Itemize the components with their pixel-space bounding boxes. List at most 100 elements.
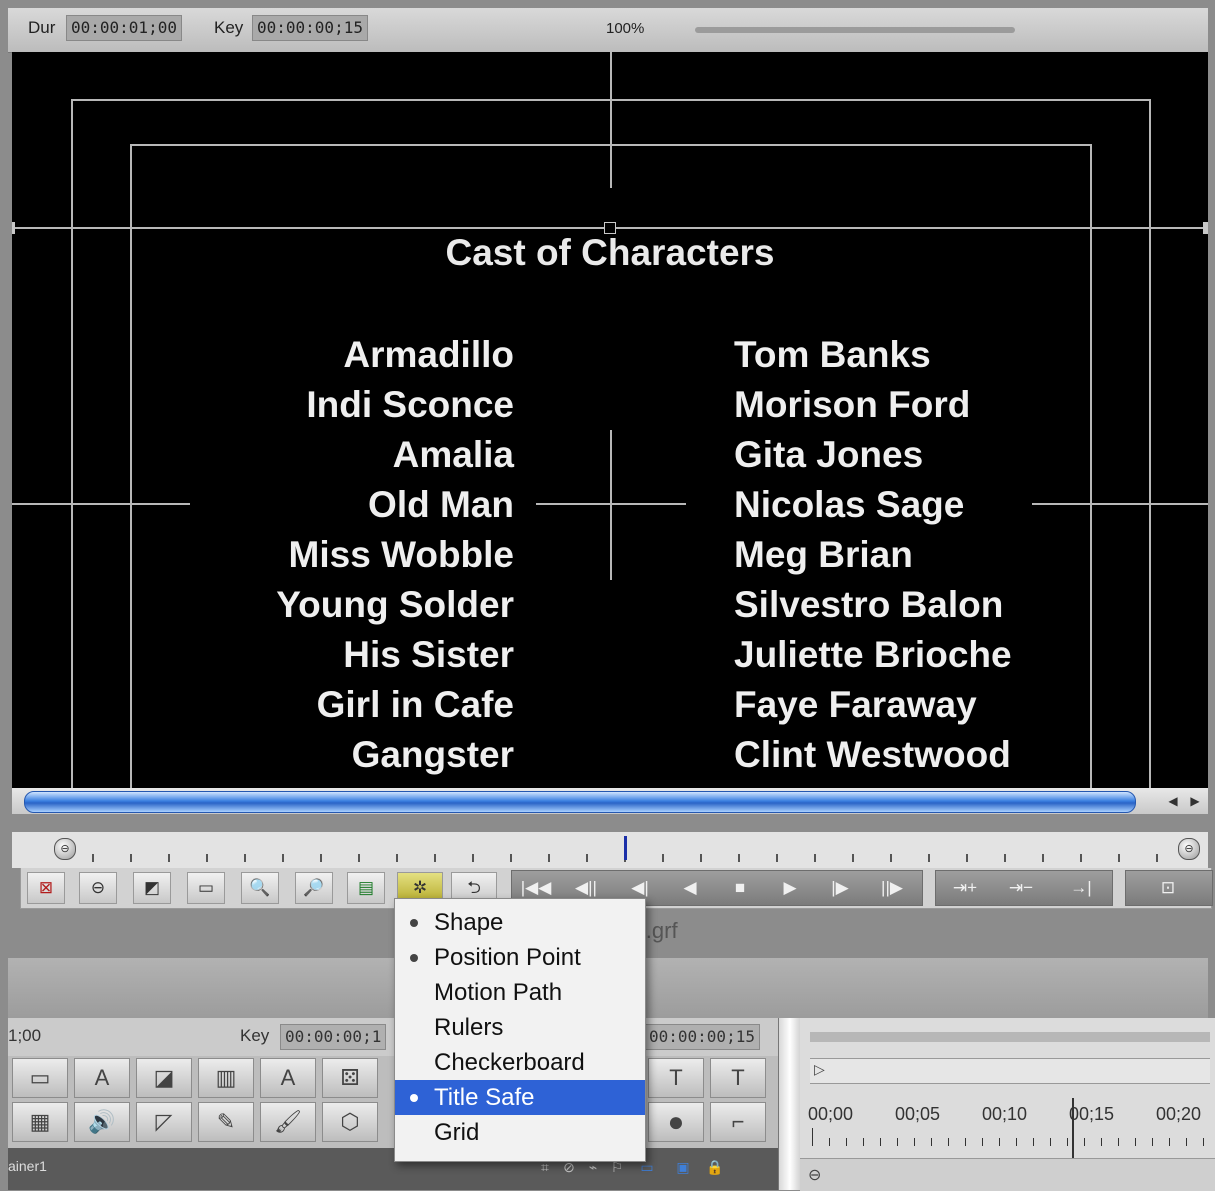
timeline-track-top[interactable] bbox=[810, 1032, 1210, 1042]
cast-actor[interactable]: Silvestro Balon bbox=[734, 580, 1194, 630]
timeline-tick bbox=[914, 1138, 915, 1146]
play-reverse-icon[interactable]: ◀ bbox=[670, 871, 710, 905]
text-style-b-icon[interactable]: T bbox=[710, 1058, 766, 1098]
panel-divider[interactable] bbox=[778, 1018, 802, 1190]
cast-role[interactable]: Young Solder bbox=[114, 580, 514, 630]
brush-icon[interactable]: 🖌 bbox=[260, 1102, 316, 1142]
cast-role[interactable]: Gangster bbox=[114, 730, 514, 780]
dur-field[interactable]: 00:00:01;00 bbox=[66, 15, 182, 41]
title-canvas[interactable]: Cast of Characters Armadillo Indi Sconce A… bbox=[12, 52, 1208, 790]
fancy-text-icon[interactable]: A bbox=[260, 1058, 316, 1098]
cast-actor[interactable]: Juliette Brioche bbox=[734, 630, 1194, 680]
scroll-left-arrow[interactable]: ◀ bbox=[1162, 792, 1184, 810]
cast-actor[interactable]: Nicolas Sage bbox=[734, 480, 1194, 530]
menu-item-title-safe[interactable]: Title Safe bbox=[395, 1080, 645, 1115]
step-forward-icon[interactable]: |▶ bbox=[820, 871, 860, 905]
menu-item-motion-path[interactable]: Motion Path bbox=[395, 975, 645, 1010]
zoom-out-icon[interactable]: 🔎 bbox=[295, 872, 333, 904]
zoom-in-icon[interactable]: 🔍 bbox=[241, 872, 279, 904]
out-point-handle[interactable]: ⊖ bbox=[1178, 838, 1200, 860]
lower-timeline-panel[interactable]: ▷ 00;00 00;05 00;10 00;15 00;20 ⊖ bbox=[800, 1018, 1215, 1191]
track-marker-icon[interactable]: ▷ bbox=[814, 1061, 825, 1078]
text-style-a-icon[interactable]: T bbox=[648, 1058, 704, 1098]
stop-icon[interactable]: ■ bbox=[720, 871, 760, 905]
lower-out-field[interactable]: 00:00:00;15 bbox=[644, 1024, 760, 1050]
ruler-tick bbox=[168, 854, 170, 862]
ruler-tick bbox=[1080, 854, 1082, 862]
menu-item-position-point[interactable]: Position Point bbox=[395, 940, 645, 975]
menu-item-grid[interactable]: Grid bbox=[395, 1115, 645, 1150]
text-tool-icon[interactable]: A bbox=[74, 1058, 130, 1098]
audio-icon[interactable]: 🔊 bbox=[74, 1102, 130, 1142]
ruler-tick bbox=[1156, 854, 1158, 862]
center-cross-vertical bbox=[610, 430, 612, 580]
move-to-keyframe-icon[interactable]: →| bbox=[1054, 871, 1108, 905]
cast-actor[interactable]: Clint Westwood bbox=[734, 730, 1194, 780]
zoom-level[interactable]: 100% bbox=[606, 20, 644, 37]
cast-actor[interactable]: Faye Faraway bbox=[734, 680, 1194, 730]
camera-icon[interactable]: ⊡ bbox=[1146, 871, 1190, 905]
timeline-tick bbox=[999, 1138, 1000, 1146]
check-bullet-icon bbox=[410, 954, 418, 962]
cast-role[interactable]: Miss Wobble bbox=[114, 530, 514, 580]
timeline-tick bbox=[1118, 1138, 1119, 1146]
play-icon[interactable]: ▶ bbox=[770, 871, 810, 905]
safe-delete-icon[interactable]: ⊠ bbox=[27, 872, 65, 904]
cast-role[interactable]: Amalia bbox=[114, 430, 514, 480]
timeline-tick bbox=[1033, 1138, 1034, 1146]
cast-actor[interactable]: Morison Ford bbox=[734, 380, 1194, 430]
gradient-shape-icon[interactable]: ◩ bbox=[133, 872, 171, 904]
edit-box-icon[interactable]: ◸ bbox=[136, 1102, 192, 1142]
timeline-track[interactable]: ▷ bbox=[810, 1058, 1210, 1084]
import-image-icon[interactable]: ◪ bbox=[136, 1058, 192, 1098]
cast-heading[interactable]: Cast of Characters bbox=[12, 232, 1208, 274]
record-dot-icon[interactable]: ● bbox=[648, 1102, 704, 1142]
cube-icon[interactable]: ⬡ bbox=[322, 1102, 378, 1142]
next-keyframe-icon[interactable]: ||▶ bbox=[870, 871, 914, 905]
cast-role[interactable]: Girl in Cafe bbox=[114, 680, 514, 730]
rounded-rect-icon[interactable]: ▭ bbox=[187, 872, 225, 904]
scroll-right-arrow[interactable]: ▶ bbox=[1184, 792, 1206, 810]
cast-role[interactable]: His Sister bbox=[114, 630, 514, 680]
timeline-ruler[interactable]: ⊖ ⊖ bbox=[12, 832, 1208, 868]
cast-role[interactable]: Old Man bbox=[114, 480, 514, 530]
cast-role[interactable]: Armadillo bbox=[114, 330, 514, 380]
select-rect-icon[interactable]: ▭ bbox=[12, 1058, 68, 1098]
cast-actor[interactable]: Meg Brian bbox=[734, 530, 1194, 580]
pencil-icon[interactable]: ✎ bbox=[198, 1102, 254, 1142]
lower-key-field[interactable]: 00:00:00;1 bbox=[280, 1024, 387, 1050]
scroll-thumb[interactable] bbox=[24, 791, 1136, 813]
window-icon[interactable]: ▣ bbox=[674, 1158, 692, 1176]
timeline-tick bbox=[1203, 1138, 1204, 1146]
key-field[interactable]: 00:00:00;15 bbox=[252, 15, 368, 41]
cast-actor[interactable]: Tom Banks bbox=[734, 330, 1194, 380]
add-keyframe-icon[interactable]: ⇥+ bbox=[940, 871, 990, 905]
playhead-marker[interactable] bbox=[624, 836, 627, 860]
dice-icon[interactable]: ⚄ bbox=[322, 1058, 378, 1098]
remove-keyframe-icon[interactable]: ⇥− bbox=[996, 871, 1046, 905]
ruler-tick bbox=[92, 854, 94, 862]
keypad-icon[interactable]: ▦ bbox=[12, 1102, 68, 1142]
color-bars-icon[interactable]: ▤ bbox=[347, 872, 385, 904]
timeline-scroll-knob-icon[interactable]: ⊖ bbox=[808, 1165, 821, 1185]
ruler-tick bbox=[282, 854, 284, 862]
zoom-slider[interactable] bbox=[695, 27, 1015, 33]
cast-role[interactable]: Indi Sconce bbox=[114, 380, 514, 430]
lower-tool-palette: ▭ A ◪ ▥ A ⚄ ▦ 🔊 ◸ ✎ 🖌 ⬡ T T ● ⌐ bbox=[8, 1056, 778, 1148]
gradient-fill-icon[interactable]: ▥ bbox=[198, 1058, 254, 1098]
menu-item-shape[interactable]: Shape bbox=[395, 905, 645, 940]
timeline-tick bbox=[1135, 1138, 1136, 1146]
ruler-tick bbox=[928, 854, 930, 862]
menu-item-rulers[interactable]: Rulers bbox=[395, 1010, 645, 1045]
corner-step-icon[interactable]: ⌐ bbox=[710, 1102, 766, 1142]
lock-icon[interactable]: 🔒 bbox=[706, 1158, 724, 1176]
cast-actor[interactable]: Gita Jones bbox=[734, 430, 1194, 480]
canvas-scrollbar[interactable]: ◀ ▶ bbox=[12, 788, 1208, 814]
snapshot-control: ⊡ bbox=[1125, 870, 1213, 906]
menu-item-label: Motion Path bbox=[434, 979, 563, 1006]
ellipse-icon[interactable]: ⊖ bbox=[79, 872, 117, 904]
timeline-scroll[interactable]: ⊖ bbox=[800, 1158, 1215, 1191]
in-point-handle[interactable]: ⊖ bbox=[54, 838, 76, 860]
menu-item-checkerboard[interactable]: Checkerboard bbox=[395, 1045, 645, 1080]
timeline-label: 00;00 bbox=[808, 1104, 854, 1124]
